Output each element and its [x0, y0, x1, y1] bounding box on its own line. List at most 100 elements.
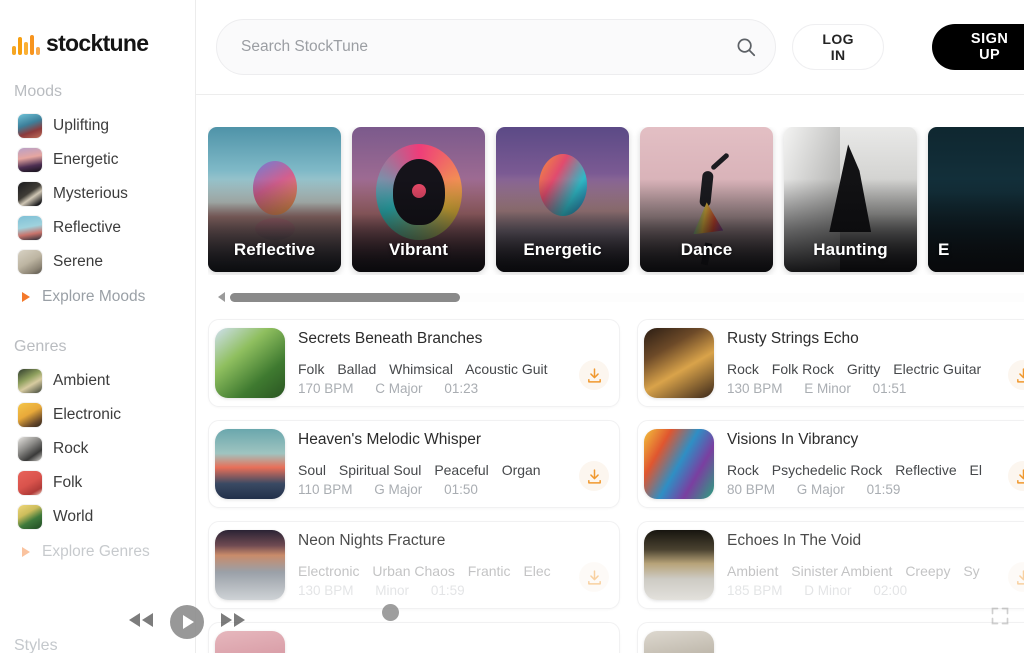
- table-row[interactable]: [637, 622, 1024, 653]
- track-tag[interactable]: Sy: [963, 563, 979, 579]
- track-key: D Minor: [804, 583, 852, 598]
- table-row[interactable]: Echoes In The Void Ambient Sinister Ambi…: [637, 521, 1024, 609]
- track-tag[interactable]: Ballad: [337, 361, 376, 377]
- track-tag[interactable]: Soul: [298, 462, 326, 478]
- track-duration: 02:00: [873, 583, 908, 598]
- table-row[interactable]: Secrets Beneath Branches Folk Ballad Whi…: [208, 319, 620, 407]
- download-icon[interactable]: [579, 360, 609, 390]
- table-row[interactable]: Rusty Strings Echo Rock Folk Rock Gritty…: [637, 319, 1024, 407]
- mood-card-label: E: [938, 240, 950, 259]
- mood-card-reflective[interactable]: Reflective: [208, 127, 341, 272]
- track-tag[interactable]: Rock: [727, 361, 759, 377]
- track-tag[interactable]: Spiritual Soul: [339, 462, 422, 478]
- track-tag[interactable]: Elec: [523, 563, 550, 579]
- mood-thumbnail-icon: [18, 216, 42, 240]
- track-duration: 01:23: [444, 381, 479, 396]
- table-row[interactable]: Visions In Vibrancy Rock Psychedelic Roc…: [637, 420, 1024, 508]
- track-tag[interactable]: Ambient: [727, 563, 778, 579]
- search-input[interactable]: [241, 38, 735, 56]
- track-tag[interactable]: Reflective: [895, 462, 956, 478]
- track-tag[interactable]: Electric Guitar: [893, 361, 981, 377]
- sidebar-item-energetic[interactable]: Energetic: [0, 143, 195, 177]
- mood-card-partial[interactable]: E: [928, 127, 1024, 272]
- sidebar-item-label: Folk: [53, 474, 83, 491]
- sidebar-item-mysterious[interactable]: Mysterious: [0, 177, 195, 211]
- sidebar-item-ambient[interactable]: Ambient: [0, 364, 195, 398]
- mood-card-dance[interactable]: Dance: [640, 127, 773, 272]
- search-bar[interactable]: [216, 19, 776, 75]
- download-icon[interactable]: [579, 562, 609, 592]
- mood-carousel-area: Reflective Vibrant Energetic Dance Haunt…: [196, 95, 1024, 305]
- carousel-scrollbar[interactable]: [208, 275, 1024, 305]
- mood-card-vibrant[interactable]: Vibrant: [352, 127, 485, 272]
- download-icon[interactable]: [579, 461, 609, 491]
- explore-genres-link[interactable]: Explore Genres: [0, 534, 195, 567]
- carousel-scroll-thumb[interactable]: [230, 292, 460, 302]
- search-icon[interactable]: [735, 36, 757, 58]
- track-tag[interactable]: El: [970, 462, 982, 478]
- sidebar-item-serene[interactable]: Serene: [0, 245, 195, 279]
- track-duration: 01:59: [866, 482, 901, 497]
- fullscreen-icon[interactable]: [990, 606, 1010, 631]
- track-tag[interactable]: Organ: [502, 462, 541, 478]
- genre-thumbnail-icon: [18, 505, 42, 529]
- track-tag[interactable]: Folk: [298, 361, 324, 377]
- mood-card-energetic[interactable]: Energetic: [496, 127, 629, 272]
- explore-moods-label: Explore Moods: [42, 288, 146, 305]
- track-stats: 185 BPM D Minor 02:00: [727, 583, 1024, 598]
- rewind-icon[interactable]: [126, 610, 156, 635]
- fast-forward-icon[interactable]: [218, 610, 248, 635]
- track-tags: Electronic Urban Chaos Frantic Elec: [298, 563, 607, 579]
- waveform-logo-icon: [12, 33, 40, 55]
- track-key: G Major: [374, 482, 423, 497]
- sidebar-item-uplifting[interactable]: Uplifting: [0, 109, 195, 143]
- carousel-scroll-track[interactable]: [230, 292, 1024, 302]
- track-stats: 130 BPM Minor 01:59: [298, 583, 607, 598]
- track-artwork: [215, 530, 285, 600]
- scrub-handle-icon[interactable]: [382, 604, 399, 621]
- triangle-left-icon[interactable]: [218, 292, 225, 302]
- table-row[interactable]: Heaven's Melodic Whisper Soul Spiritual …: [208, 420, 620, 508]
- track-artwork: [644, 328, 714, 398]
- track-stats: 110 BPM G Major 01:50: [298, 482, 607, 497]
- app-root: stocktune Moods Uplifting Energetic Myst…: [0, 0, 1024, 653]
- track-tag[interactable]: Psychedelic Rock: [772, 462, 883, 478]
- track-tag[interactable]: Peaceful: [434, 462, 488, 478]
- track-tags: Ambient Sinister Ambient Creepy Sy: [727, 563, 1024, 579]
- table-row[interactable]: Neon Nights Fracture Electronic Urban Ch…: [208, 521, 620, 609]
- explore-moods-link[interactable]: Explore Moods: [0, 279, 195, 312]
- sidebar-item-label: Ambient: [53, 372, 110, 389]
- sidebar-item-reflective[interactable]: Reflective: [0, 211, 195, 245]
- play-icon[interactable]: [170, 605, 204, 639]
- mood-card-label: Dance: [680, 240, 733, 259]
- sidebar-item-label: World: [53, 508, 94, 525]
- login-button[interactable]: LOG IN: [792, 24, 885, 70]
- track-title: Heaven's Melodic Whisper: [298, 431, 482, 448]
- track-tag[interactable]: Gritty: [847, 361, 880, 377]
- mood-card-haunting[interactable]: Haunting: [784, 127, 917, 272]
- track-tag[interactable]: Folk Rock: [772, 361, 834, 377]
- track-artwork: [215, 328, 285, 398]
- sidebar-item-rock[interactable]: Rock: [0, 432, 195, 466]
- track-duration: 01:59: [430, 583, 465, 598]
- player-controls: [126, 605, 248, 639]
- sidebar-item-world[interactable]: World: [0, 500, 195, 534]
- track-tag[interactable]: Creepy: [905, 563, 950, 579]
- signup-button[interactable]: SIGN UP: [932, 24, 1024, 70]
- table-row[interactable]: [208, 622, 620, 653]
- track-tag[interactable]: Whimsical: [389, 361, 453, 377]
- sidebar-item-electronic[interactable]: Electronic: [0, 398, 195, 432]
- mood-carousel[interactable]: Reflective Vibrant Energetic Dance Haunt…: [208, 127, 1024, 275]
- track-bpm: 130 BPM: [727, 381, 783, 396]
- track-tag[interactable]: Urban Chaos: [372, 563, 455, 579]
- track-artwork: [644, 631, 714, 653]
- sidebar-item-folk[interactable]: Folk: [0, 466, 195, 500]
- track-tag[interactable]: Sinister Ambient: [791, 563, 892, 579]
- brand-logo[interactable]: stocktune: [0, 0, 195, 57]
- track-tag[interactable]: Rock: [727, 462, 759, 478]
- track-tag[interactable]: Electronic: [298, 563, 359, 579]
- track-tag[interactable]: Acoustic Guit: [465, 361, 547, 377]
- track-tag[interactable]: Frantic: [468, 563, 511, 579]
- track-duration: 01:51: [872, 381, 907, 396]
- player-scrubber[interactable]: [370, 604, 400, 621]
